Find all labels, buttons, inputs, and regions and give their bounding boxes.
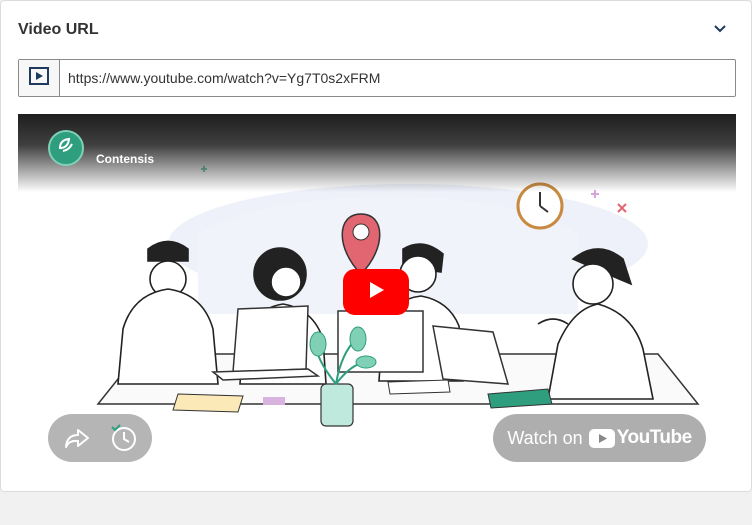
play-button[interactable] xyxy=(343,269,409,315)
video-embed[interactable]: Contensis Watch on YouTube xyxy=(18,114,736,475)
video-url-panel: Video URL https://www.youtube.com/watch?… xyxy=(0,0,752,492)
panel-title: Video URL xyxy=(18,21,99,38)
video-action-pill xyxy=(48,414,152,462)
youtube-play-icon xyxy=(588,428,615,448)
channel-avatar[interactable] xyxy=(48,130,84,166)
youtube-wordmark: YouTube xyxy=(616,427,692,448)
watch-on-label: Watch on xyxy=(507,427,583,448)
watch-on-youtube-button[interactable]: Watch on YouTube xyxy=(493,414,706,462)
watch-later-clock-icon[interactable] xyxy=(110,424,138,452)
share-icon[interactable] xyxy=(64,426,90,450)
chevron-down-icon xyxy=(713,21,727,39)
video-url-field xyxy=(18,59,736,97)
url-prefix xyxy=(19,60,60,96)
video-url-input[interactable] xyxy=(60,60,735,96)
channel-name[interactable]: Contensis xyxy=(96,152,154,166)
collapse-button[interactable] xyxy=(709,19,731,41)
play-icon xyxy=(365,279,387,306)
contensis-logo-icon xyxy=(56,136,76,161)
youtube-logo: YouTube xyxy=(588,427,692,449)
panel-header[interactable]: Video URL xyxy=(1,1,751,59)
video-play-icon xyxy=(29,66,49,90)
